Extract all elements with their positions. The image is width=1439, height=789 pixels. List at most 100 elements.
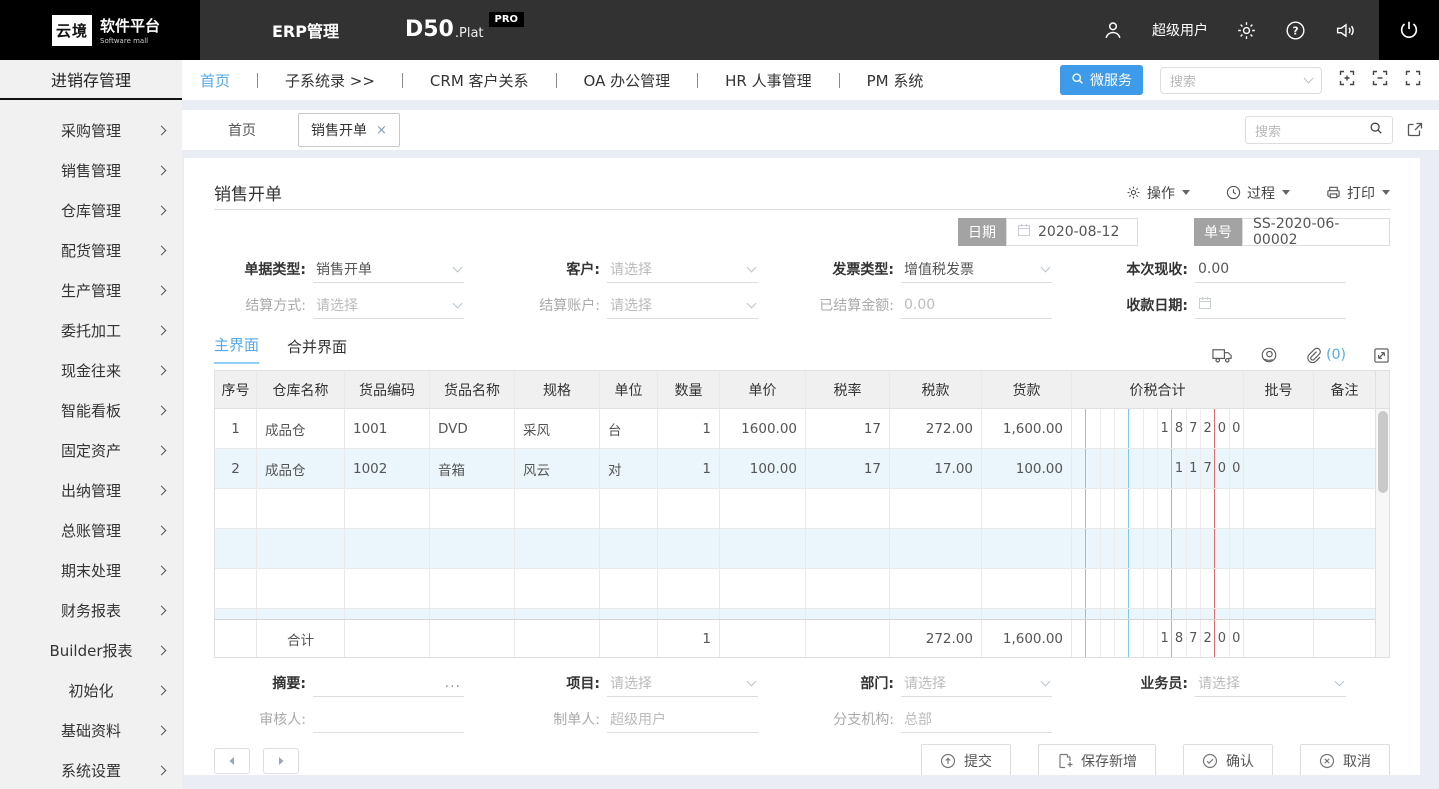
sidebar-item-production[interactable]: 生产管理 (0, 270, 182, 310)
sidebar-item-ledger[interactable]: 总账管理 (0, 510, 182, 550)
table-row-empty[interactable] (215, 609, 1375, 619)
process-dropdown[interactable]: 过程 (1226, 183, 1290, 203)
cell[interactable]: DVD (430, 409, 515, 448)
close-icon[interactable]: × (376, 123, 387, 138)
cell[interactable] (1244, 409, 1314, 448)
amount-digit-grid[interactable] (1072, 489, 1244, 528)
sidebar-item-fixed-assets[interactable]: 固定资产 (0, 430, 182, 470)
prev-record-button[interactable] (214, 748, 250, 774)
submit-button[interactable]: 提交 (921, 744, 1011, 775)
salesman-select[interactable]: 请选择 (1195, 669, 1346, 697)
sidebar-item-outsourcing[interactable]: 委托加工 (0, 310, 182, 350)
cell[interactable]: 1,600.00 (982, 409, 1072, 448)
cell[interactable]: 17 (806, 409, 890, 448)
coin-icon[interactable] (1260, 346, 1278, 364)
sidebar-item-system-settings[interactable]: 系统设置 (0, 750, 182, 789)
operate-dropdown[interactable]: 操作 (1126, 183, 1190, 203)
speaker-icon[interactable] (1334, 20, 1357, 41)
sidebar-item-dashboard[interactable]: 智能看板 (0, 390, 182, 430)
nav-hr[interactable]: HR 人事管理 (725, 70, 811, 91)
cancel-button[interactable]: 取消 (1300, 744, 1390, 775)
nav-oa[interactable]: OA 办公管理 (584, 70, 671, 91)
table-scrollbar[interactable] (1375, 371, 1389, 657)
nav-crm[interactable]: CRM 客户关系 (430, 70, 529, 91)
sidebar-item-builder-report[interactable]: Builder报表 (0, 630, 182, 670)
sidebar-item-cashier[interactable]: 出纳管理 (0, 470, 182, 510)
branch-input[interactable]: 总部 (901, 705, 1052, 733)
sidebar-item-cash[interactable]: 现金往来 (0, 350, 182, 390)
cell[interactable]: 272.00 (890, 409, 982, 448)
attachment-paperclip-icon[interactable]: (0) (1305, 347, 1346, 364)
more-icon[interactable]: ... (445, 675, 461, 691)
sidebar-item-sales[interactable]: 销售管理 (0, 150, 182, 190)
cell[interactable]: 1600.00 (720, 409, 806, 448)
cell[interactable]: 1 (658, 449, 720, 488)
creator-input[interactable]: 超级用户 (607, 705, 758, 733)
settings-gear-icon[interactable] (1236, 20, 1257, 41)
customer-select[interactable]: 请选择 (607, 255, 758, 283)
print-dropdown[interactable]: 打印 (1326, 183, 1390, 203)
sidebar-item-purchase[interactable]: 采购管理 (0, 110, 182, 150)
amount-digit-grid[interactable] (1072, 609, 1244, 619)
table-row-empty[interactable] (215, 569, 1375, 609)
project-select[interactable]: 请选择 (607, 669, 758, 697)
tab-home[interactable]: 首页 (228, 120, 256, 140)
date-input[interactable]: 2020-08-12 (1006, 218, 1138, 246)
tab-sales-order[interactable]: 销售开单 × (298, 113, 400, 147)
cell[interactable]: 对 (600, 449, 658, 488)
microservice-button[interactable]: 微服务 (1060, 65, 1143, 95)
table-row-empty[interactable] (215, 489, 1375, 529)
sidebar-item-initialization[interactable]: 初始化 (0, 670, 182, 710)
tab-merged-view[interactable]: 合并界面 (287, 336, 347, 364)
cell[interactable]: 17 (806, 449, 890, 488)
cell[interactable]: 1 (215, 409, 257, 448)
next-record-button[interactable] (263, 748, 299, 774)
maximize-icon[interactable] (1339, 70, 1355, 90)
save-new-button[interactable]: 保存新增 (1038, 744, 1156, 775)
department-select[interactable]: 请选择 (901, 669, 1052, 697)
settle-method-select[interactable]: 请选择 (313, 291, 464, 319)
cell[interactable] (1314, 409, 1375, 448)
doc-number-input[interactable]: SS-2020-06-00002 (1242, 216, 1390, 248)
table-row-2[interactable]: 2 成品仓 1002 音箱 风云 对 1 100.00 17 17.00 100… (215, 449, 1375, 489)
auditor-input[interactable] (313, 705, 464, 733)
doc-type-select[interactable]: 销售开单 (313, 255, 464, 283)
delivery-truck-icon[interactable] (1212, 347, 1233, 364)
cell[interactable]: 成品仓 (257, 449, 345, 488)
open-in-new-icon[interactable] (1406, 121, 1424, 139)
cell[interactable]: 100.00 (982, 449, 1072, 488)
sidebar-item-warehouse[interactable]: 仓库管理 (0, 190, 182, 230)
cell[interactable]: 台 (600, 409, 658, 448)
user-icon[interactable] (1102, 19, 1124, 41)
cell[interactable] (1314, 449, 1375, 488)
fullscreen-icon[interactable] (1405, 70, 1421, 90)
sidebar-item-distribution[interactable]: 配货管理 (0, 230, 182, 270)
help-icon[interactable]: ? (1285, 20, 1306, 41)
username[interactable]: 超级用户 (1152, 20, 1208, 40)
table-row-empty[interactable] (215, 529, 1375, 569)
cell[interactable]: 1002 (345, 449, 430, 488)
summary-input[interactable]: ... (313, 669, 464, 697)
amount-digit-grid[interactable]: 187200 (1072, 409, 1244, 448)
cell[interactable]: 采风 (515, 409, 600, 448)
cell[interactable]: 2 (215, 449, 257, 488)
sidebar-item-period-end[interactable]: 期末处理 (0, 550, 182, 590)
nav-pm[interactable]: PM 系统 (867, 70, 924, 91)
tab-main-view[interactable]: 主界面 (214, 334, 260, 364)
settled-amount-input[interactable]: 0.00 (901, 291, 1052, 319)
cell[interactable]: 17.00 (890, 449, 982, 488)
cell[interactable]: 1 (658, 409, 720, 448)
amount-digit-grid[interactable]: 11700 (1072, 449, 1244, 488)
module-title[interactable]: 进销存管理 (0, 60, 182, 100)
cell[interactable]: 风云 (515, 449, 600, 488)
sidebar-item-finance-report[interactable]: 财务报表 (0, 590, 182, 630)
cell[interactable]: 成品仓 (257, 409, 345, 448)
global-search-input[interactable]: 搜索 (1160, 66, 1322, 94)
nav-home[interactable]: 首页 (200, 70, 230, 91)
logout-power-icon[interactable] (1379, 0, 1439, 60)
amount-digit-grid[interactable] (1072, 529, 1244, 568)
cell[interactable]: 1001 (345, 409, 430, 448)
expand-grid-icon[interactable] (1373, 347, 1390, 364)
tab-search-input[interactable]: 搜索 (1245, 116, 1393, 144)
confirm-button[interactable]: 确认 (1183, 744, 1273, 775)
